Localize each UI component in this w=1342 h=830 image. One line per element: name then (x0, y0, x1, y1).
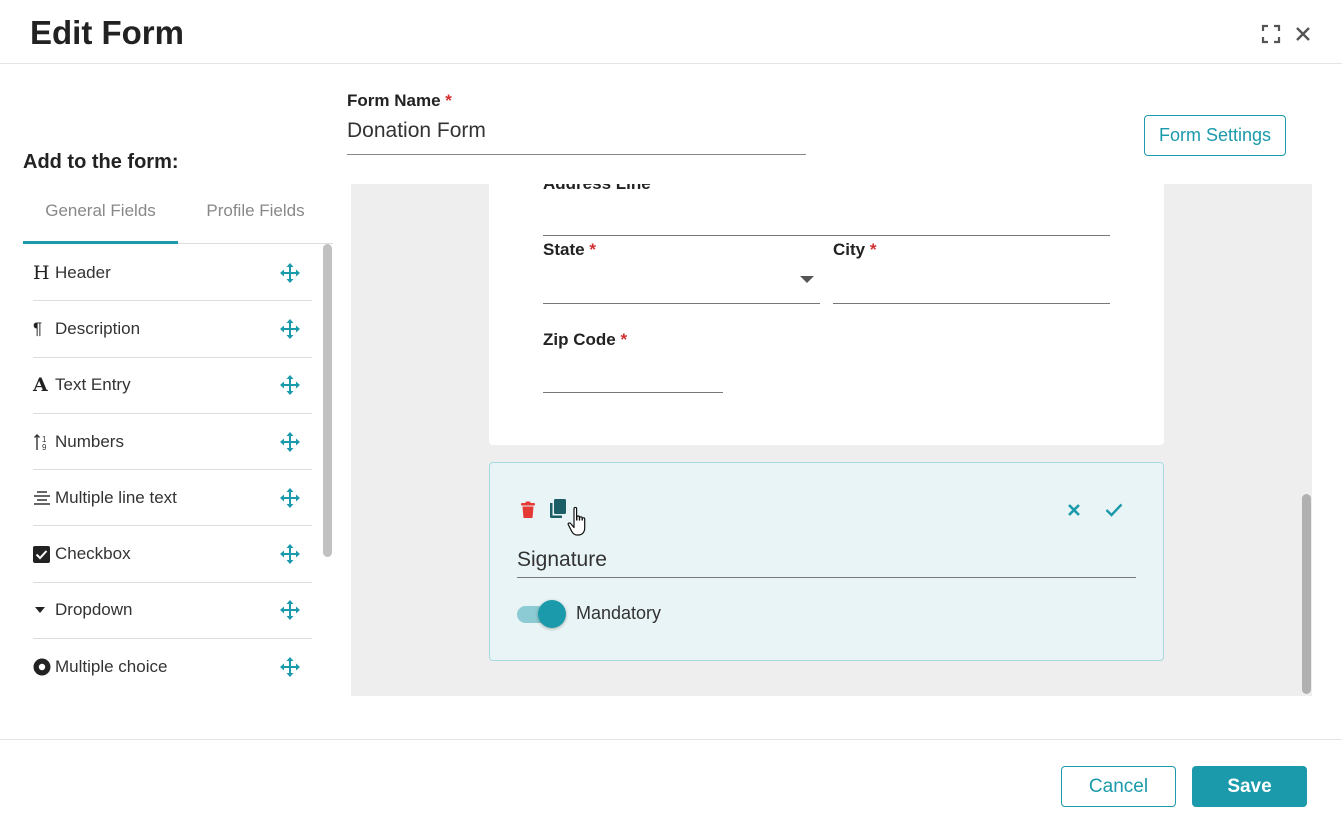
field-item-header[interactable]: H Header (33, 245, 312, 302)
hand-cursor-icon (567, 506, 591, 540)
header-icon: H (33, 261, 50, 284)
dialog-footer: Cancel Save (0, 739, 1342, 830)
state-dropdown[interactable] (543, 303, 820, 304)
move-icon[interactable] (280, 600, 300, 621)
field-item-label: Checkbox (55, 544, 131, 564)
tab-general-fields[interactable]: General Fields (23, 196, 178, 244)
form-canvas: Address Line State * City * Zip Code * M… (351, 184, 1312, 696)
dialog-header: Edit Form (0, 0, 1342, 64)
state-label: State * (543, 240, 596, 259)
form-name-label: Form Name * (347, 91, 452, 110)
close-icon[interactable] (1293, 24, 1313, 44)
form-settings-button[interactable]: Form Settings (1144, 115, 1286, 156)
signature-field-label-input[interactable] (517, 542, 1136, 578)
field-item-label: Description (55, 318, 141, 338)
address-card: Address Line State * City * Zip Code * (489, 184, 1164, 445)
form-name-input[interactable] (347, 116, 806, 155)
field-item-multiple-line-text[interactable]: Multiple line text (33, 470, 312, 527)
zip-code-input[interactable] (543, 392, 723, 393)
zip-code-label: Zip Code * (543, 330, 628, 349)
field-item-label: Header (55, 262, 111, 282)
text-icon: A (33, 374, 48, 397)
paragraph-icon: ¶ (33, 318, 43, 338)
move-icon[interactable] (280, 375, 300, 396)
field-item-multiple-choice[interactable]: Multiple choice (33, 639, 312, 695)
copy-icon[interactable] (547, 498, 569, 520)
move-icon[interactable] (280, 318, 300, 339)
delete-icon[interactable] (517, 499, 539, 521)
city-input[interactable] (833, 303, 1110, 304)
field-item-label: Text Entry (55, 375, 131, 395)
city-label: City * (833, 240, 877, 259)
save-button[interactable]: Save (1192, 766, 1307, 807)
field-item-label: Multiple line text (55, 487, 177, 507)
radio-icon (33, 658, 55, 676)
tab-profile-fields[interactable]: Profile Fields (183, 196, 328, 244)
confirm-icon[interactable] (1103, 499, 1125, 521)
expand-icon[interactable] (1261, 24, 1281, 44)
field-list: H Header ¶ Description A Text Entry 19 N… (33, 245, 312, 695)
sidebar-scrollbar[interactable] (323, 244, 332, 557)
move-icon[interactable] (280, 262, 300, 283)
mandatory-label: Mandatory (576, 603, 662, 623)
field-tabs: General Fields Profile Fields (23, 196, 333, 244)
address-line-label: Address Line (543, 184, 651, 194)
move-icon[interactable] (280, 487, 300, 508)
field-item-dropdown[interactable]: Dropdown (33, 583, 312, 640)
required-mark: * (445, 91, 452, 110)
dialog-title: Edit Form (30, 14, 184, 51)
add-to-form-title: Add to the form: (23, 151, 179, 173)
field-item-label: Dropdown (55, 600, 133, 620)
field-item-numbers[interactable]: 19 Numbers (33, 414, 312, 471)
field-item-text-entry[interactable]: A Text Entry (33, 358, 312, 414)
field-item-checkbox[interactable]: Checkbox (33, 526, 312, 583)
state-dropdown-arrow-icon[interactable] (800, 276, 814, 283)
svg-text:9: 9 (42, 443, 47, 451)
discard-icon[interactable] (1063, 499, 1085, 521)
move-icon[interactable] (280, 431, 300, 452)
checkbox-icon (33, 545, 55, 563)
canvas-scrollbar[interactable] (1302, 494, 1311, 694)
mandatory-toggle[interactable] (517, 600, 566, 628)
multiline-icon (33, 490, 55, 506)
move-icon[interactable] (280, 657, 300, 678)
signature-field-editor: Mandatory (489, 462, 1164, 661)
toggle-knob (538, 600, 566, 628)
dropdown-icon (33, 605, 55, 615)
field-item-description[interactable]: ¶ Description (33, 301, 312, 358)
move-icon[interactable] (280, 544, 300, 565)
cancel-button[interactable]: Cancel (1061, 766, 1176, 807)
field-item-label: Multiple choice (55, 657, 168, 677)
numbers-icon: 19 (33, 433, 55, 451)
address-line-input[interactable] (543, 235, 1110, 236)
field-item-label: Numbers (55, 431, 124, 451)
